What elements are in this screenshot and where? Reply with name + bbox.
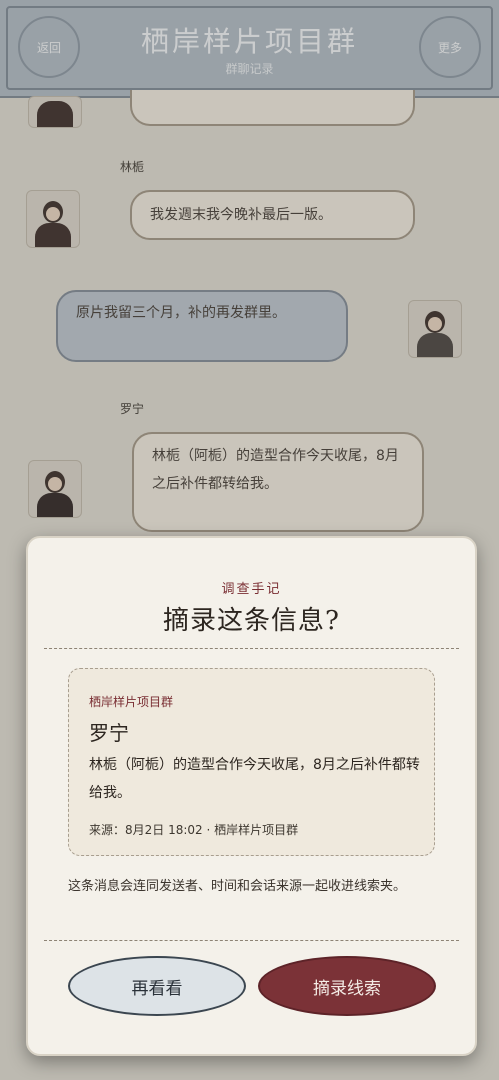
divider (44, 648, 459, 649)
cancel-button[interactable]: 再看看 (68, 956, 246, 1016)
dialog-note: 这条消息会连同发送者、时间和会话来源一起收进线索夹。 (68, 879, 407, 894)
preview-sender: 罗宁 (89, 721, 129, 745)
dialog-kicker: 调查手记 (221, 582, 282, 597)
preview-group-name: 栖岸样片项目群 (89, 695, 174, 709)
divider (44, 940, 459, 941)
cancel-button-label: 再看看 (131, 978, 183, 999)
message-preview-card: 栖岸样片项目群 罗宁 林栀（阿栀）的造型合作今天收尾，8月之后补件都转给我。 来… (68, 668, 435, 856)
confirm-excerpt-button[interactable]: 摘录线索 (258, 956, 436, 1016)
excerpt-dialog: 调查手记 摘录这条信息? 栖岸样片项目群 罗宁 林栀（阿栀）的造型合作今天收尾，… (26, 536, 477, 1056)
preview-message: 林栀（阿栀）的造型合作今天收尾，8月之后补件都转给我。 (89, 757, 420, 801)
preview-source: 来源：8月2日 18:02 · 栖岸样片项目群 (89, 823, 299, 837)
dialog-title: 摘录这条信息? (163, 606, 340, 636)
confirm-button-label: 摘录线索 (313, 978, 381, 999)
